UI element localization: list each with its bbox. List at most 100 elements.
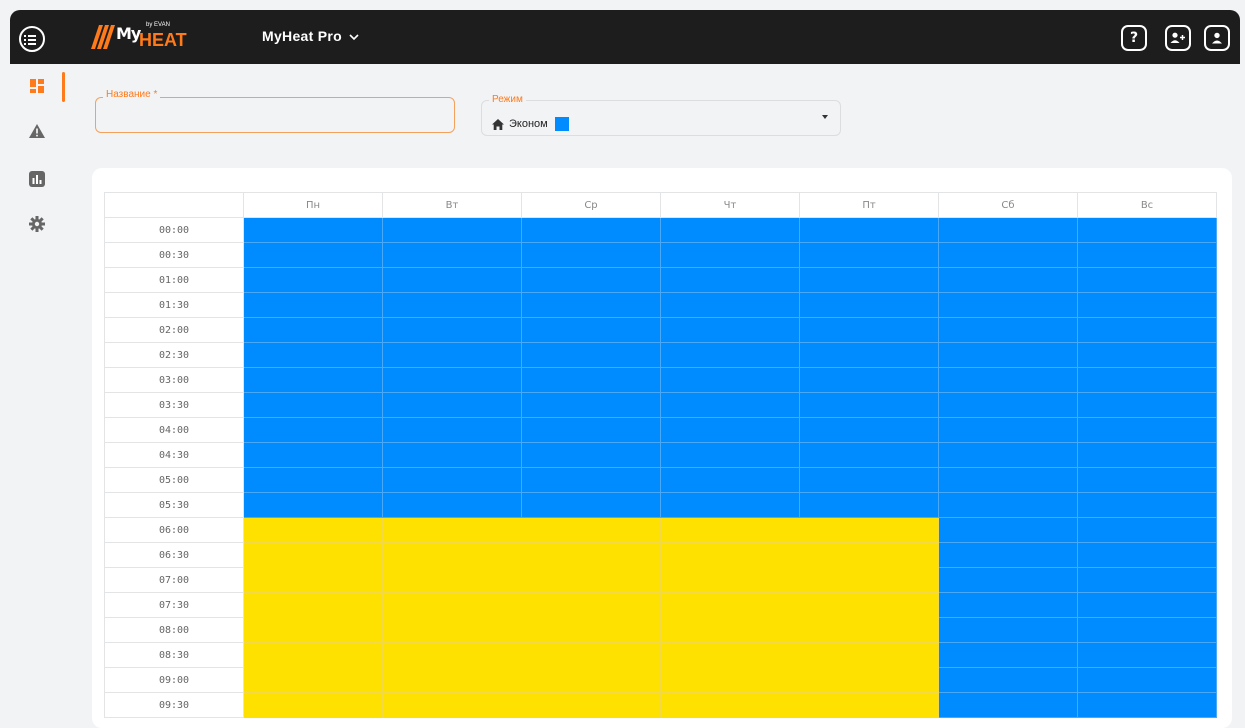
schedule-cell-econom[interactable] [660, 267, 800, 293]
schedule-cell-econom[interactable] [938, 267, 1078, 293]
schedule-cell-econom[interactable] [521, 417, 661, 443]
schedule-cell-econom[interactable] [243, 492, 383, 518]
schedule-cell-econom[interactable] [1077, 367, 1217, 393]
schedule-cell-comfort[interactable] [521, 542, 661, 568]
schedule-cell-comfort[interactable] [660, 692, 800, 718]
schedule-cell-econom[interactable] [243, 442, 383, 468]
schedule-cell-econom[interactable] [1077, 642, 1217, 668]
schedule-cell-econom[interactable] [243, 467, 383, 493]
schedule-cell-econom[interactable] [660, 342, 800, 368]
schedule-cell-comfort[interactable] [660, 517, 800, 543]
schedule-cell-econom[interactable] [938, 667, 1078, 693]
schedule-cell-econom[interactable] [521, 367, 661, 393]
gear-icon[interactable] [27, 214, 47, 234]
schedule-cell-comfort[interactable] [660, 567, 800, 593]
schedule-cell-econom[interactable] [660, 317, 800, 343]
add-user-icon[interactable] [1165, 25, 1191, 51]
schedule-cell-comfort[interactable] [799, 542, 939, 568]
schedule-cell-comfort[interactable] [382, 592, 522, 618]
schedule-cell-comfort[interactable] [799, 592, 939, 618]
schedule-cell-econom[interactable] [382, 317, 522, 343]
schedule-cell-comfort[interactable] [660, 617, 800, 643]
schedule-cell-econom[interactable] [243, 267, 383, 293]
schedule-cell-econom[interactable] [799, 217, 939, 243]
schedule-cell-comfort[interactable] [382, 542, 522, 568]
schedule-cell-econom[interactable] [1077, 217, 1217, 243]
schedule-cell-econom[interactable] [382, 442, 522, 468]
schedule-cell-econom[interactable] [521, 392, 661, 418]
schedule-cell-econom[interactable] [1077, 692, 1217, 718]
schedule-cell-comfort[interactable] [382, 567, 522, 593]
schedule-cell-econom[interactable] [799, 242, 939, 268]
schedule-cell-econom[interactable] [799, 467, 939, 493]
schedule-cell-econom[interactable] [660, 467, 800, 493]
schedule-cell-econom[interactable] [243, 392, 383, 418]
schedule-cell-econom[interactable] [938, 617, 1078, 643]
schedule-cell-comfort[interactable] [799, 667, 939, 693]
schedule-cell-comfort[interactable] [660, 592, 800, 618]
schedule-cell-econom[interactable] [799, 417, 939, 443]
schedule-cell-econom[interactable] [938, 542, 1078, 568]
schedule-cell-econom[interactable] [938, 417, 1078, 443]
schedule-cell-econom[interactable] [938, 642, 1078, 668]
schedule-cell-comfort[interactable] [382, 617, 522, 643]
schedule-cell-econom[interactable] [521, 442, 661, 468]
schedule-cell-econom[interactable] [799, 317, 939, 343]
schedule-cell-econom[interactable] [243, 242, 383, 268]
schedule-cell-econom[interactable] [660, 217, 800, 243]
schedule-cell-econom[interactable] [1077, 392, 1217, 418]
schedule-cell-econom[interactable] [660, 367, 800, 393]
schedule-cell-econom[interactable] [938, 517, 1078, 543]
schedule-cell-econom[interactable] [382, 342, 522, 368]
schedule-cell-econom[interactable] [521, 317, 661, 343]
schedule-cell-econom[interactable] [660, 292, 800, 318]
schedule-cell-econom[interactable] [938, 292, 1078, 318]
schedule-cell-econom[interactable] [1077, 442, 1217, 468]
schedule-cell-econom[interactable] [1077, 592, 1217, 618]
schedule-cell-econom[interactable] [1077, 667, 1217, 693]
dashboard-icon[interactable] [27, 76, 47, 96]
product-selector[interactable]: MyHeat Pro [262, 28, 359, 44]
schedule-cell-comfort[interactable] [382, 667, 522, 693]
schedule-cell-econom[interactable] [243, 367, 383, 393]
schedule-cell-econom[interactable] [243, 317, 383, 343]
schedule-cell-econom[interactable] [1077, 417, 1217, 443]
schedule-cell-econom[interactable] [938, 242, 1078, 268]
schedule-cell-comfort[interactable] [521, 642, 661, 668]
schedule-cell-econom[interactable] [660, 417, 800, 443]
schedule-cell-comfort[interactable] [660, 642, 800, 668]
help-icon[interactable]: ? [1121, 25, 1147, 51]
schedule-cell-econom[interactable] [1077, 467, 1217, 493]
schedule-cell-comfort[interactable] [521, 667, 661, 693]
schedule-cell-econom[interactable] [660, 392, 800, 418]
schedule-cell-econom[interactable] [1077, 242, 1217, 268]
schedule-cell-econom[interactable] [660, 442, 800, 468]
schedule-cell-econom[interactable] [1077, 292, 1217, 318]
schedule-cell-econom[interactable] [660, 492, 800, 518]
schedule-cell-econom[interactable] [799, 392, 939, 418]
schedule-cell-comfort[interactable] [799, 692, 939, 718]
menu-icon[interactable] [19, 26, 45, 52]
schedule-cell-econom[interactable] [799, 367, 939, 393]
schedule-cell-econom[interactable] [938, 492, 1078, 518]
schedule-cell-econom[interactable] [243, 342, 383, 368]
schedule-cell-comfort[interactable] [799, 517, 939, 543]
schedule-cell-comfort[interactable] [243, 692, 383, 718]
schedule-cell-comfort[interactable] [521, 592, 661, 618]
schedule-cell-econom[interactable] [938, 442, 1078, 468]
schedule-cell-econom[interactable] [382, 467, 522, 493]
schedule-cell-comfort[interactable] [382, 517, 522, 543]
schedule-cell-econom[interactable] [660, 242, 800, 268]
schedule-cell-comfort[interactable] [243, 542, 383, 568]
schedule-cell-comfort[interactable] [660, 667, 800, 693]
name-field[interactable]: Название * [95, 89, 455, 133]
schedule-cell-comfort[interactable] [382, 642, 522, 668]
schedule-cell-comfort[interactable] [521, 567, 661, 593]
schedule-cell-comfort[interactable] [243, 592, 383, 618]
schedule-cell-econom[interactable] [521, 267, 661, 293]
schedule-cell-econom[interactable] [1077, 317, 1217, 343]
schedule-cell-comfort[interactable] [799, 567, 939, 593]
schedule-cell-econom[interactable] [938, 592, 1078, 618]
schedule-cell-econom[interactable] [1077, 542, 1217, 568]
schedule-cell-comfort[interactable] [521, 692, 661, 718]
